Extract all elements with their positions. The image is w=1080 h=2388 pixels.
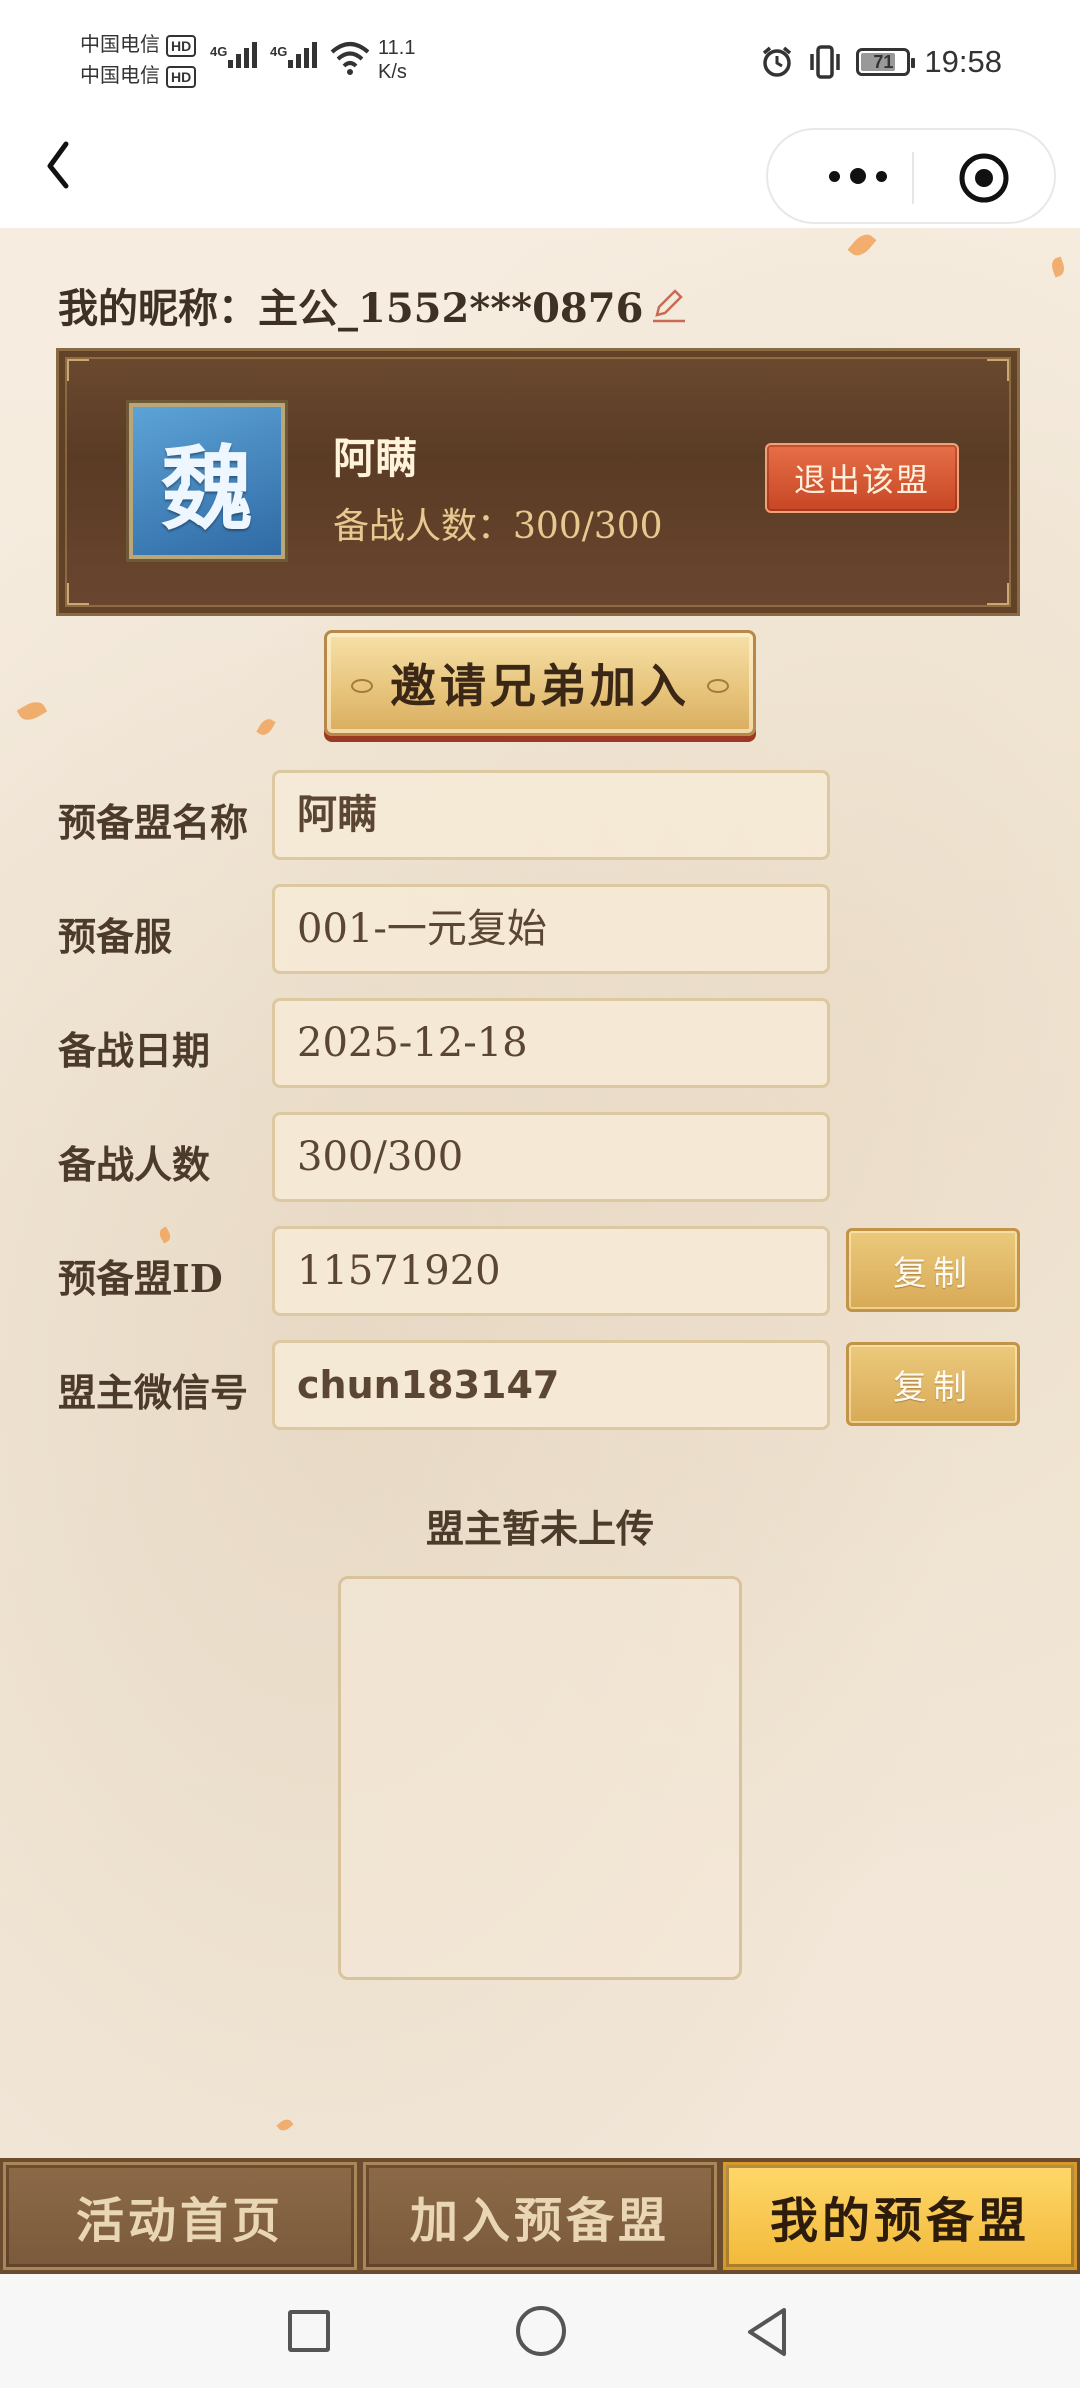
petal-decoration	[16, 697, 48, 725]
capsule-menu	[766, 128, 1056, 224]
alliance-id-label: 预备盟ID	[58, 1256, 223, 1301]
status-bar: 中国电信 HD 中国电信 HD 4G 4G 11.1 K/s 71 19:58	[0, 0, 1080, 128]
carrier-2: 中国电信	[80, 65, 160, 87]
qr-upload-placeholder	[338, 1576, 742, 1980]
alliance-name: 阿瞒	[333, 434, 418, 483]
count-label: 备战人数：	[333, 506, 514, 547]
alarm-icon	[763, 46, 792, 77]
members-label: 备战人数	[58, 1142, 211, 1187]
petal-decoration	[1049, 256, 1067, 278]
battery-icon: 71	[856, 48, 916, 76]
alliance-emblem: 魏	[126, 400, 288, 562]
alliance-id-field: 11571920	[272, 1226, 830, 1316]
form-row-name: 预备盟名称 阿瞒	[58, 770, 1048, 860]
ornament	[707, 679, 729, 693]
signal-icon-2	[288, 42, 317, 68]
tab-my-alliance[interactable]: 我的预备盟	[723, 2162, 1077, 2270]
invite-label: 邀请兄弟加入	[390, 659, 690, 713]
tab-activity-home[interactable]: 活动首页	[3, 2162, 357, 2270]
server-label: 预备服	[58, 914, 173, 959]
hd-badge-1: HD	[166, 34, 197, 57]
wechat-label: 盟主微信号	[58, 1370, 249, 1415]
nickname-row: 我的昵称： 主公_1552***0876	[58, 276, 689, 334]
form-row-members: 备战人数 300/300	[58, 1112, 1048, 1202]
home-icon[interactable]	[516, 2306, 566, 2356]
alliance-name-label: 预备盟名称	[58, 800, 249, 845]
alliance-member-count: 备战人数：300/300	[333, 497, 663, 549]
hd-badge-2: HD	[166, 65, 197, 88]
system-nav-bar	[0, 2274, 1080, 2388]
petal-decoration	[847, 229, 877, 261]
carrier-info: 中国电信 HD 中国电信 HD	[80, 30, 197, 92]
more-dots-icon[interactable]	[808, 152, 908, 200]
speed-unit: K/s	[378, 61, 407, 83]
pencil-icon[interactable]	[649, 285, 689, 325]
alliance-name-field: 阿瞒	[272, 770, 830, 860]
wechat-field: chun183147	[272, 1340, 830, 1430]
members-field: 300/300	[272, 1112, 830, 1202]
network-type-2: 4G	[270, 44, 288, 59]
nav-bar	[0, 128, 1080, 228]
petal-decoration	[256, 716, 276, 738]
target-circle-icon[interactable]	[956, 150, 1012, 206]
card-corner	[67, 359, 89, 381]
copy-id-button[interactable]: 复制	[846, 1228, 1020, 1312]
card-corner	[987, 359, 1009, 381]
battery-level: 71	[873, 52, 894, 72]
signal-icon-1	[228, 42, 257, 68]
speed-value: 11.1	[378, 37, 416, 59]
card-corner	[67, 583, 89, 605]
copy-wechat-button[interactable]: 复制	[846, 1342, 1020, 1426]
date-field: 2025-12-18	[272, 998, 830, 1088]
form-row-date: 备战日期 2025-12-18	[58, 998, 1048, 1088]
card-corner	[987, 583, 1009, 605]
clock: 19:58	[924, 44, 1002, 79]
invite-friends-button[interactable]: 邀请兄弟加入	[324, 630, 756, 736]
form-row-id: 预备盟ID 11571920 复制	[58, 1226, 1048, 1316]
network-type-1: 4G	[210, 44, 228, 59]
nickname-value: 主公_1552***0876	[258, 285, 644, 332]
vibrate-icon	[810, 45, 841, 79]
upload-caption: 盟主暂未上传	[425, 1506, 654, 1551]
carrier-1: 中国电信	[80, 34, 160, 56]
count-value: 300/300	[513, 506, 663, 547]
nickname-label: 我的昵称：	[58, 285, 258, 332]
emblem-char: 魏	[160, 434, 253, 543]
chevron-left-icon[interactable]	[36, 138, 96, 198]
server-field: 001-一元复始	[272, 884, 830, 974]
back-triangle-icon[interactable]	[744, 2306, 790, 2358]
tab-join-alliance[interactable]: 加入预备盟	[363, 2162, 717, 2270]
main-page: 我的昵称： 主公_1552***0876 魏 阿瞒 备战人数：300/300 退…	[0, 228, 1080, 2158]
capsule-divider	[912, 152, 914, 204]
ornament	[351, 679, 373, 693]
network-speed: 11.1 K/s	[378, 36, 415, 84]
date-label: 备战日期	[58, 1028, 211, 1073]
wifi-icon	[330, 42, 370, 75]
bottom-tab-bar: 活动首页 加入预备盟 我的预备盟	[0, 2158, 1080, 2274]
leave-alliance-button[interactable]: 退出该盟	[765, 443, 959, 513]
recent-apps-icon[interactable]	[288, 2310, 330, 2352]
alliance-card: 魏 阿瞒 备战人数：300/300 退出该盟	[56, 348, 1020, 616]
petal-decoration	[276, 2116, 294, 2134]
form-row-wechat: 盟主微信号 chun183147 复制	[58, 1340, 1048, 1430]
form-row-server: 预备服 001-一元复始	[58, 884, 1048, 974]
